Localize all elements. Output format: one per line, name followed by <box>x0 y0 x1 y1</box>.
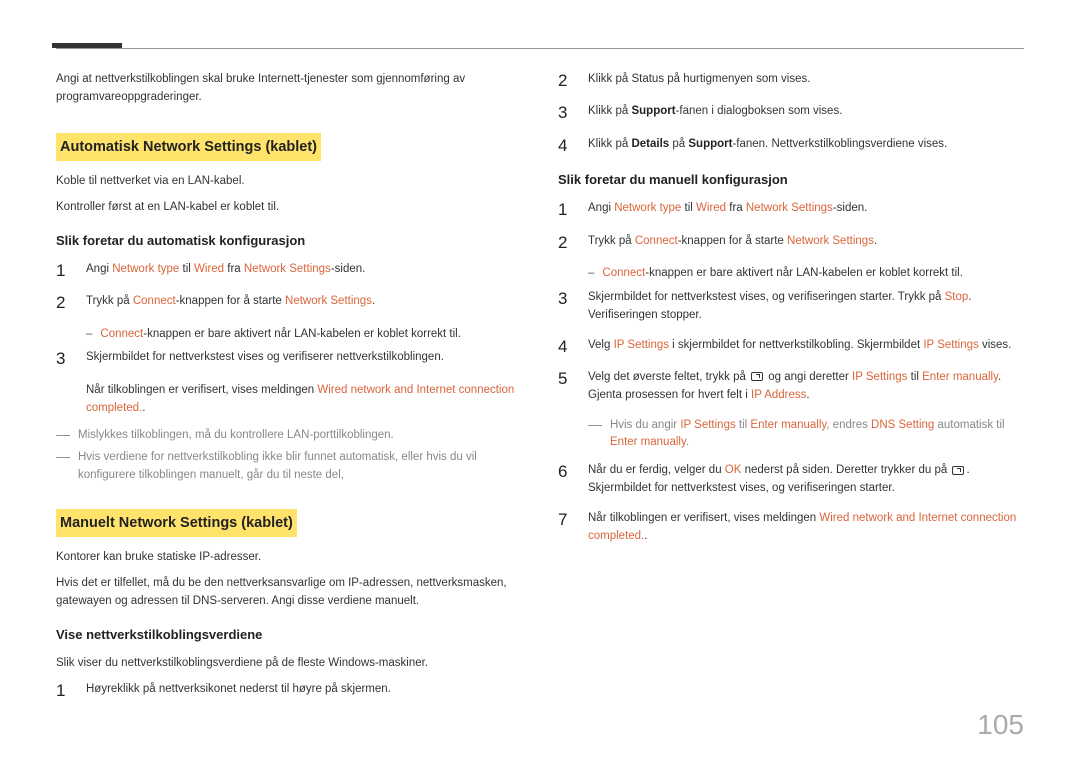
sub-bullet: Når tilkoblingen er verifisert, vises me… <box>86 382 522 418</box>
sub-bullet: – Connect-knappen er bare aktivert når L… <box>86 326 522 344</box>
step-1: 1 Angi Network type til Wired fra Networ… <box>558 200 1024 220</box>
step-body: Klikk på Support-fanen i dialogboksen so… <box>588 103 1024 121</box>
step-body: Når du er ferdig, velger du OK nederst p… <box>588 462 1024 498</box>
step-number: 2 <box>558 233 574 253</box>
step-number: 1 <box>56 681 72 701</box>
step-body: Velg IP Settings i skjermbildet for nett… <box>588 337 1024 355</box>
two-column-layout: Angi at nettverkstilkoblingen skal bruke… <box>56 71 1024 713</box>
step-3: 3 Skjermbildet for nettverkstest vises o… <box>56 349 522 369</box>
step-number: 1 <box>558 200 574 220</box>
dash-icon: ― <box>56 449 70 485</box>
sub-bullet-text: Connect-knappen er bare aktivert når LAN… <box>602 265 963 283</box>
step-7: 7 Når tilkoblingen er verifisert, vises … <box>558 510 1024 546</box>
step-number: 3 <box>558 103 574 123</box>
step-3: 3 Skjermbildet for nettverkstest vises, … <box>558 289 1024 325</box>
step-3: 3 Klikk på Support-fanen i dialogboksen … <box>558 103 1024 123</box>
step-body: Skjermbildet for nettverkstest vises, og… <box>588 289 1024 325</box>
note-bullet: ― Hvis du angir IP Settings til Enter ma… <box>588 417 1024 453</box>
subheading-view-values: Vise nettverkstilkoblingsverdiene <box>56 625 522 645</box>
step-number: 2 <box>558 71 574 91</box>
step-body: Når tilkoblingen er verifisert, vises me… <box>588 510 1024 546</box>
step-number: 7 <box>558 510 574 530</box>
step-number: 4 <box>558 337 574 357</box>
step-2: 2 Trykk på Connect-knappen for å starte … <box>558 233 1024 253</box>
step-2: 2 Klikk på Status på hurtigmenyen som vi… <box>558 71 1024 91</box>
step-body: Skjermbildet for nettverkstest vises og … <box>86 349 522 367</box>
dash-icon: ― <box>588 417 602 453</box>
note-text: Hvis du angir IP Settings til Enter manu… <box>610 417 1024 453</box>
page-rule <box>56 48 1024 49</box>
dash-icon: – <box>588 265 594 283</box>
step-5: 5 Velg det øverste feltet, trykk på og a… <box>558 369 1024 405</box>
note-text: Mislykkes tilkoblingen, må du kontroller… <box>78 427 394 445</box>
right-column: 2 Klikk på Status på hurtigmenyen som vi… <box>558 71 1024 713</box>
step-body: Velg det øverste feltet, trykk på og ang… <box>588 369 1024 405</box>
paragraph: Koble til nettverket via en LAN-kabel. <box>56 173 522 191</box>
left-column: Angi at nettverkstilkoblingen skal bruke… <box>56 71 522 713</box>
sub-bullet-text: Når tilkoblingen er verifisert, vises me… <box>86 382 522 418</box>
step-body: Trykk på Connect-knappen for å starte Ne… <box>86 293 522 311</box>
heading-auto-network: Automatisk Network Settings (kablet) <box>56 133 321 161</box>
enter-button-icon <box>751 372 763 381</box>
sub-bullet-text: Connect-knappen er bare aktivert når LAN… <box>100 326 461 344</box>
heading-manual-network: Manuelt Network Settings (kablet) <box>56 509 297 537</box>
paragraph: Kontroller først at en LAN-kabel er kobl… <box>56 199 522 217</box>
step-number: 6 <box>558 462 574 482</box>
step-number: 4 <box>558 136 574 156</box>
step-number: 2 <box>56 293 72 313</box>
note-text: Hvis verdiene for nettverkstilkobling ik… <box>78 449 522 485</box>
step-body: Trykk på Connect-knappen for å starte Ne… <box>588 233 1024 251</box>
page-number: 105 <box>977 709 1024 741</box>
step-1: 1 Angi Network type til Wired fra Networ… <box>56 261 522 281</box>
enter-button-icon <box>952 466 964 475</box>
step-body: Klikk på Status på hurtigmenyen som vise… <box>588 71 1024 89</box>
dash-icon: – <box>86 326 92 344</box>
step-number: 3 <box>56 349 72 369</box>
step-body: Høyreklikk på nettverksikonet nederst ti… <box>86 681 522 699</box>
step-6: 6 Når du er ferdig, velger du OK nederst… <box>558 462 1024 498</box>
step-number: 1 <box>56 261 72 281</box>
step-number: 5 <box>558 369 574 389</box>
paragraph: Hvis det er tilfellet, må du be den nett… <box>56 575 522 611</box>
step-body: Klikk på Details på Support-fanen. Nettv… <box>588 136 1024 154</box>
paragraph: Kontorer kan bruke statiske IP-adresser. <box>56 549 522 567</box>
subheading-manual-config: Slik foretar du manuell konfigurasjon <box>558 170 1024 190</box>
note-bullet: ― Mislykkes tilkoblingen, må du kontroll… <box>56 427 522 445</box>
step-4: 4 Klikk på Details på Support-fanen. Net… <box>558 136 1024 156</box>
sub-bullet: – Connect-knappen er bare aktivert når L… <box>588 265 1024 283</box>
paragraph: Slik viser du nettverkstilkoblingsverdie… <box>56 655 522 673</box>
step-number: 3 <box>558 289 574 309</box>
subheading-auto-config: Slik foretar du automatisk konfigurasjon <box>56 231 522 251</box>
step-2: 2 Trykk på Connect-knappen for å starte … <box>56 293 522 313</box>
intro-text: Angi at nettverkstilkoblingen skal bruke… <box>56 71 522 107</box>
dash-icon: ― <box>56 427 70 445</box>
note-bullet: ― Hvis verdiene for nettverkstilkobling … <box>56 449 522 485</box>
step-1: 1 Høyreklikk på nettverksikonet nederst … <box>56 681 522 701</box>
step-body: Angi Network type til Wired fra Network … <box>588 200 1024 218</box>
step-body: Angi Network type til Wired fra Network … <box>86 261 522 279</box>
document-page: Angi at nettverkstilkoblingen skal bruke… <box>0 0 1080 753</box>
step-4: 4 Velg IP Settings i skjermbildet for ne… <box>558 337 1024 357</box>
